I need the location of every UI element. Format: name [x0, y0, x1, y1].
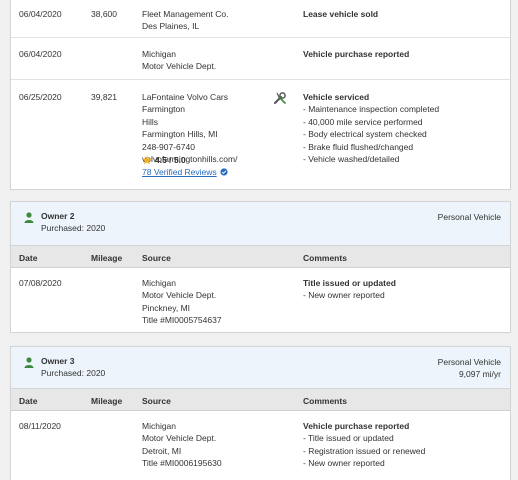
owner-header: Owner 2 Purchased: 2020 Personal Vehicle: [11, 202, 510, 246]
dealer-name: LaFontaine Volvo Cars Farmington: [142, 92, 228, 115]
comments-cell: Title issued or updated - New owner repo…: [303, 277, 396, 302]
person-icon: [24, 357, 34, 368]
col-date: Date: [19, 253, 38, 263]
owner-title: Owner 2: [41, 211, 75, 221]
owner-title: Owner 3: [41, 356, 75, 366]
comment-line: - New owner reported: [303, 290, 385, 301]
source-cell: Michigan Motor Vehicle Dept. Detroit, MI…: [142, 420, 222, 470]
title-number: Title #MI0005754637: [142, 315, 222, 326]
comment-line: - 40,000 mile service performed: [303, 116, 423, 127]
owner-purchased: Purchased: 2020: [41, 223, 106, 233]
source-line: Michigan: [142, 49, 177, 59]
owner-card-2: Owner 2 Purchased: 2020 Personal Vehicle…: [10, 201, 511, 333]
column-header-row: Date Mileage Source Comments: [11, 246, 510, 268]
comment-line: - Body electrical system checked: [303, 129, 427, 140]
comment-line: - New owner reported: [303, 458, 385, 469]
col-source: Source: [142, 396, 171, 406]
wrench-screwdriver-icon: [273, 91, 287, 107]
comment-line: - Brake fluid flushed/changed: [303, 141, 414, 152]
comment-line: - Maintenance inspection completed: [303, 104, 440, 115]
dealer-name-cont: Hills: [142, 116, 159, 127]
source-line: Fleet Management Co.: [142, 9, 229, 19]
col-source: Source: [142, 253, 171, 263]
col-comments: Comments: [303, 253, 347, 263]
table-row: 06/25/2020 39,821 LaFontaine Volvo Cars …: [11, 80, 510, 190]
comments-cell: Vehicle purchase reported - Title issued…: [303, 420, 425, 470]
mileage-cell: 39,821: [91, 92, 117, 102]
table-row: 06/04/2020 38,600 Fleet Management Co. D…: [11, 0, 510, 38]
col-date: Date: [19, 396, 38, 406]
rating-text: 4.5 / 5.0: [155, 155, 186, 165]
owner-card-3: Owner 3 Purchased: 2020 Personal Vehicle…: [10, 346, 511, 480]
source-line: Pinckney, MI: [142, 302, 191, 313]
comment-line: - Vehicle washed/detailed: [303, 154, 400, 165]
table-row: 07/08/2020 Michigan Motor Vehicle Dept. …: [11, 268, 510, 333]
title-number: Title #MI0006195630: [142, 458, 222, 469]
dealer-rating: 4.5 / 5.0: [142, 155, 186, 165]
comment-title: Title issued or updated: [303, 278, 396, 288]
reviews-line: 78 Verified Reviews: [142, 167, 228, 177]
source-cell: Michigan Motor Vehicle Dept. Pinckney, M…: [142, 277, 222, 327]
comment-title: Lease vehicle sold: [303, 9, 379, 19]
source-line: Des Plaines, IL: [142, 21, 200, 32]
source-line: Motor Vehicle Dept.: [142, 61, 217, 72]
owner-purchased: Purchased: 2020: [41, 368, 106, 378]
col-mileage: Mileage: [91, 396, 123, 406]
verified-badge-icon: [220, 168, 228, 176]
source-line: Michigan: [142, 421, 177, 431]
dealer-location: Farmington Hills, MI: [142, 129, 218, 140]
history-card-owner1: 06/04/2020 38,600 Fleet Management Co. D…: [10, 0, 511, 190]
col-comments: Comments: [303, 396, 347, 406]
star-icon: [142, 155, 152, 165]
date-cell: 07/08/2020: [19, 278, 62, 288]
owner-type-block: Personal Vehicle 9,097 mi/yr: [438, 356, 501, 381]
comments-cell: Vehicle serviced - Maintenance inspectio…: [303, 91, 439, 165]
person-icon: [24, 212, 34, 223]
date-cell: 08/11/2020: [19, 421, 61, 431]
comment-title: Vehicle serviced: [303, 92, 370, 102]
source-cell: Michigan Motor Vehicle Dept.: [142, 48, 216, 73]
verified-reviews-link[interactable]: 78 Verified Reviews: [142, 167, 217, 177]
table-row: 06/04/2020 Michigan Motor Vehicle Dept. …: [11, 38, 510, 80]
owner-header: Owner 3 Purchased: 2020 Personal Vehicle…: [11, 347, 510, 389]
date-cell: 06/04/2020: [19, 9, 62, 19]
comment-title: Vehicle purchase reported: [303, 421, 410, 431]
column-header-row: Date Mileage Source Comments: [11, 389, 510, 411]
vehicle-type: Personal Vehicle: [437, 357, 501, 367]
source-line: Detroit, MI: [142, 445, 182, 456]
comment-line: - Title issued or updated: [303, 433, 394, 444]
source-line: Motor Vehicle Dept.: [142, 290, 217, 301]
source-line: Michigan: [142, 278, 177, 288]
col-mileage: Mileage: [91, 253, 123, 263]
date-cell: 06/25/2020: [19, 92, 62, 102]
comment-line: - Registration issued or renewed: [303, 445, 426, 456]
vehicle-type: Personal Vehicle: [437, 212, 501, 222]
dealer-phone: 248-907-6740: [142, 141, 195, 152]
table-row: 08/11/2020 Michigan Motor Vehicle Dept. …: [11, 411, 510, 480]
source-cell: Fleet Management Co. Des Plaines, IL: [142, 8, 228, 33]
comment-title: Vehicle purchase reported: [303, 49, 410, 59]
mileage-cell: 38,600: [91, 9, 117, 19]
mileage-rate: 9,097 mi/yr: [458, 369, 501, 380]
date-cell: 06/04/2020: [19, 49, 62, 59]
source-line: Motor Vehicle Dept.: [142, 433, 217, 444]
owner-type-block: Personal Vehicle: [438, 211, 501, 223]
